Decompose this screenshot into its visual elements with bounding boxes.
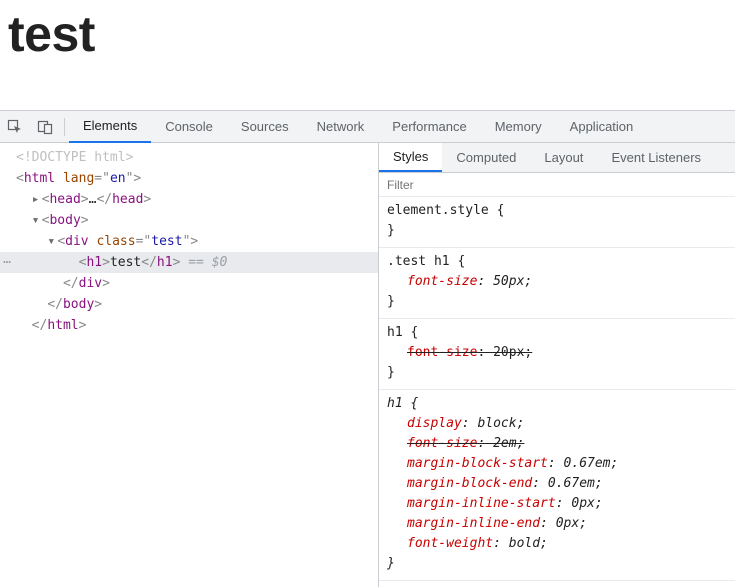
dom-html-open[interactable]: <html lang="en"> <box>0 168 378 189</box>
style-rules-list: element.style { } .test h1 { font-size: … <box>379 197 735 587</box>
devtools-tabbar: Elements Console Sources Network Perform… <box>0 111 735 143</box>
dom-html-close[interactable]: </html> <box>0 315 378 336</box>
dom-div-close[interactable]: </div> <box>0 273 378 294</box>
tab-memory[interactable]: Memory <box>481 111 556 143</box>
subtab-event-listeners[interactable]: Event Listeners <box>597 143 715 172</box>
dom-div-open[interactable]: ▾ <div class="test"> <box>0 231 378 252</box>
tab-application[interactable]: Application <box>556 111 648 143</box>
styles-filter-bar <box>379 173 735 197</box>
devtools-panel: Elements Console Sources Network Perform… <box>0 110 735 587</box>
styles-subtabs: Styles Computed Layout Event Listeners <box>379 143 735 173</box>
dom-tree[interactable]: <!DOCTYPE html> <html lang="en"> ▸ <head… <box>0 143 378 587</box>
rule-h1-author[interactable]: h1 { font-size: 20px; } <box>379 319 735 390</box>
styles-filter-input[interactable] <box>379 178 735 192</box>
subtab-computed[interactable]: Computed <box>442 143 530 172</box>
rendered-page: test <box>0 0 735 110</box>
rule-test-h1[interactable]: .test h1 { font-size: 50px; } <box>379 248 735 319</box>
page-heading: test <box>8 5 727 63</box>
rule-h1-ua[interactable]: h1 { display: block; font-size: 2em; mar… <box>379 390 735 581</box>
dom-doctype[interactable]: <!DOCTYPE html> <box>0 147 378 168</box>
inspect-icon[interactable] <box>0 111 30 143</box>
devtools-body: <!DOCTYPE html> <html lang="en"> ▸ <head… <box>0 143 735 587</box>
styles-panel: Styles Computed Layout Event Listeners e… <box>378 143 735 587</box>
dom-body-close[interactable]: </body> <box>0 294 378 315</box>
rule-element-style[interactable]: element.style { } <box>379 197 735 248</box>
gutter-ellipsis-icon: … <box>0 252 14 267</box>
tab-console[interactable]: Console <box>151 111 227 143</box>
tab-sources[interactable]: Sources <box>227 111 303 143</box>
dom-head[interactable]: ▸ <head>…</head> <box>0 189 378 210</box>
subtab-layout[interactable]: Layout <box>530 143 597 172</box>
separator <box>64 118 65 136</box>
tab-performance[interactable]: Performance <box>378 111 480 143</box>
tab-network[interactable]: Network <box>303 111 379 143</box>
dom-h1-selected[interactable]: <h1>test</h1> == $0 <box>0 252 378 273</box>
dom-body-open[interactable]: ▾ <body> <box>0 210 378 231</box>
tab-elements[interactable]: Elements <box>69 111 151 143</box>
device-toggle-icon[interactable] <box>30 111 60 143</box>
subtab-styles[interactable]: Styles <box>379 143 442 172</box>
